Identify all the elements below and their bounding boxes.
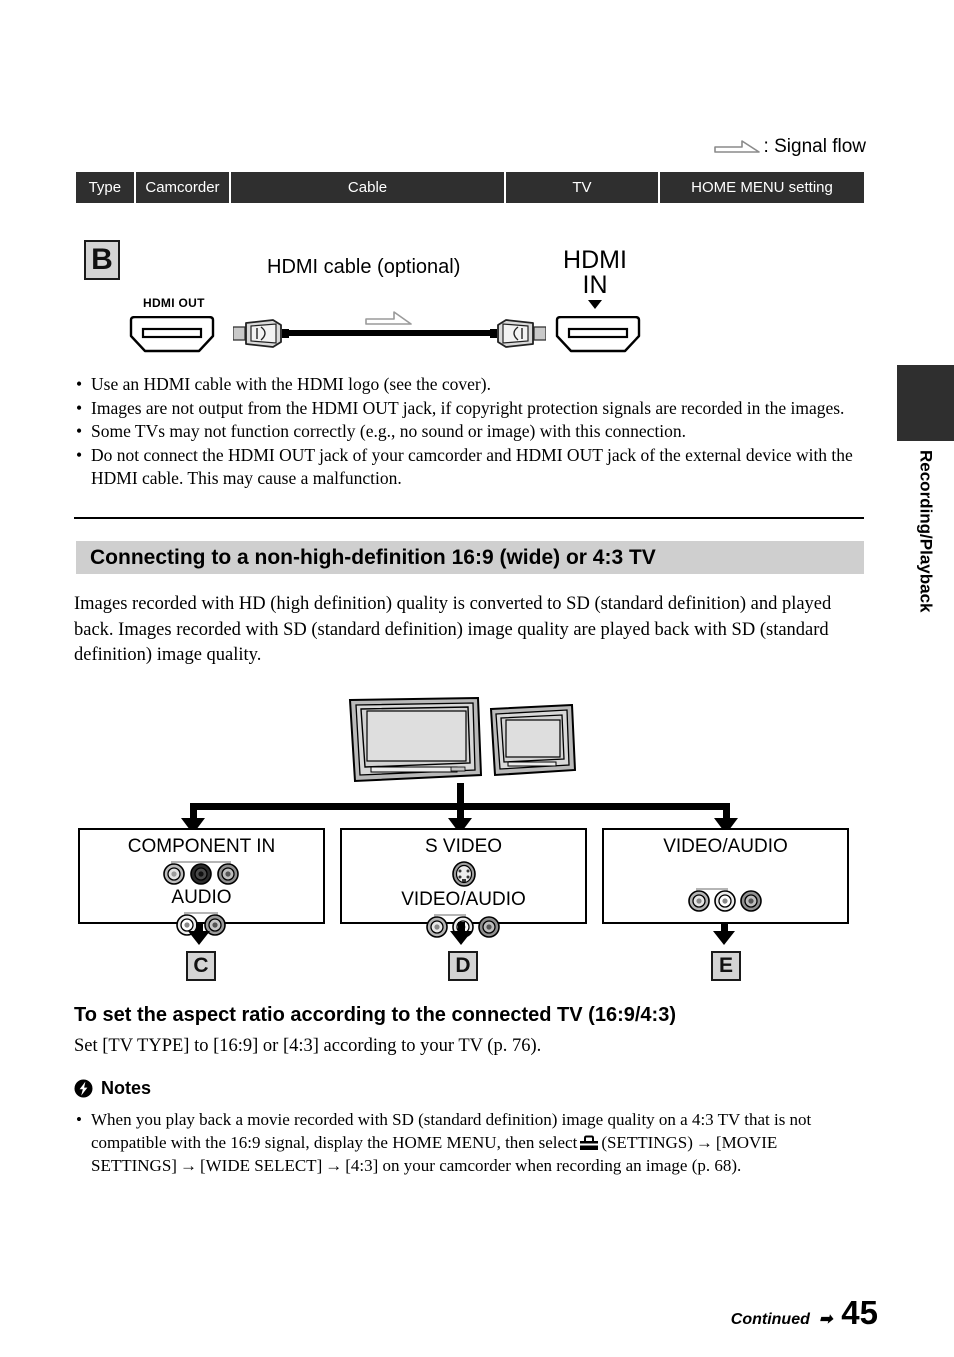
notes-text-part4: [WIDE SELECT]	[199, 1156, 323, 1175]
list-item: Use an HDMI cable with the HDMI logo (se…	[74, 373, 864, 397]
page-number: 45	[841, 1294, 878, 1331]
hdmi-in-line1: HDMI	[563, 246, 627, 274]
list-item: Do not connect the HDMI OUT jack of your…	[74, 444, 864, 491]
type-badge-e: E	[711, 951, 741, 981]
signal-flow-label: : Signal flow	[763, 136, 866, 157]
notes-heading: Notes	[74, 1078, 151, 1099]
connection-box-component: COMPONENT IN AUDIO	[78, 828, 325, 936]
list-item: When you play back a movie recorded with…	[74, 1108, 866, 1177]
page-footer: Continued ➡ 45	[731, 1294, 878, 1332]
connection-box-video-audio: VIDEO/AUDIO	[602, 828, 849, 924]
connection-table-header: Type Camcorder Cable TV HOME MENU settin…	[76, 172, 864, 203]
s-video-mini-din-icon	[451, 861, 476, 887]
table-col-tv: TV	[505, 172, 659, 203]
badge-arrow-e	[713, 931, 735, 945]
hdmi-in-jack-icon	[555, 316, 641, 353]
section-intro-text: Images recorded with HD (high definition…	[74, 594, 832, 665]
connection-box-subtitle: AUDIO	[171, 887, 232, 908]
hdmi-in-line2: IN	[582, 271, 608, 299]
side-tab-block	[897, 365, 954, 441]
table-col-camcorder: Camcorder	[135, 172, 230, 203]
signal-flow-legend: : Signal flow	[713, 136, 866, 158]
aspect-heading: To set the aspect ratio according to the…	[74, 1004, 676, 1026]
notes-arrow-3: →	[325, 1156, 343, 1175]
list-item: Images are not output from the HDMI OUT …	[74, 397, 864, 421]
side-tab-label: Recording/Playback	[897, 450, 954, 670]
connection-box-title: S VIDEO	[424, 836, 503, 857]
hdmi-in-label: HDMI IN	[556, 248, 634, 298]
continued-arrow-icon: ➡	[818, 1311, 833, 1328]
table-col-type: Type	[76, 172, 134, 203]
hdmi-plug-left-icon	[233, 319, 289, 348]
side-tab-text: Recording/Playback	[916, 450, 936, 613]
section-heading-label: Connecting to a non-high-definition 16:9…	[90, 545, 656, 569]
hdmi-cable-label: HDMI cable (optional)	[267, 256, 461, 278]
svideo-jack-row	[342, 861, 585, 887]
component-rca-jacks-icon	[162, 861, 239, 885]
hdmi-notes-list: Use an HDMI cable with the HDMI logo (se…	[74, 373, 864, 491]
section-heading: Connecting to a non-high-definition 16:9…	[76, 541, 864, 574]
notes-arrow-1: →	[695, 1133, 713, 1152]
connection-box-title: COMPONENT IN	[127, 836, 276, 857]
hdmi-plug-right-icon	[490, 319, 546, 348]
hdmi-cable-line	[285, 330, 495, 336]
notes-list: When you play back a movie recorded with…	[74, 1108, 866, 1177]
continued-label: Continued	[730, 1311, 810, 1328]
connection-box-title: VIDEO/AUDIO	[663, 836, 788, 857]
aspect-text: Set [TV TYPE] to [16:9] or [4:3] accordi…	[74, 1036, 542, 1056]
type-badge-c: C	[186, 951, 216, 981]
notes-text-part5: [4:3] on your camcorder when recording a…	[345, 1156, 742, 1175]
badge-arrow-c	[188, 931, 210, 945]
hdmi-out-label: HDMI OUT	[143, 296, 205, 310]
video-audio-jack-row	[604, 888, 847, 912]
manual-page: : Signal flow Type Camcorder Cable TV HO…	[0, 0, 954, 1357]
hdmi-in-caret-icon	[588, 300, 602, 309]
badge-arrow-d	[450, 931, 472, 945]
table-col-cable: Cable	[231, 172, 504, 203]
notes-text-part2: (SETTINGS)	[601, 1133, 693, 1152]
list-item: Some TVs may not function correctly (e.g…	[74, 420, 864, 444]
notes-arrow-2: →	[179, 1156, 197, 1175]
cable-signal-flow-icon	[365, 311, 412, 325]
type-badge-d: D	[448, 951, 478, 981]
connection-box-svideo: S VIDEO VIDEO/AUDIO	[340, 828, 587, 938]
component-jack-row	[80, 861, 323, 885]
hdmi-out-jack-icon	[129, 316, 215, 353]
toolbox-icon	[580, 1135, 599, 1150]
bolt-circle-icon	[74, 1079, 93, 1098]
connection-box-subtitle: VIDEO/AUDIO	[401, 889, 526, 910]
signal-flow-arrow-icon	[713, 139, 760, 153]
video-audio-rca-jacks-icon	[687, 888, 762, 912]
divider	[74, 517, 864, 519]
table-col-home-menu: HOME MENU setting	[660, 172, 864, 203]
tv-widescreen-illustration	[348, 697, 483, 783]
tv-4-3-illustration	[489, 704, 577, 777]
type-badge-b: B	[84, 240, 120, 280]
notes-label: Notes	[101, 1078, 152, 1098]
